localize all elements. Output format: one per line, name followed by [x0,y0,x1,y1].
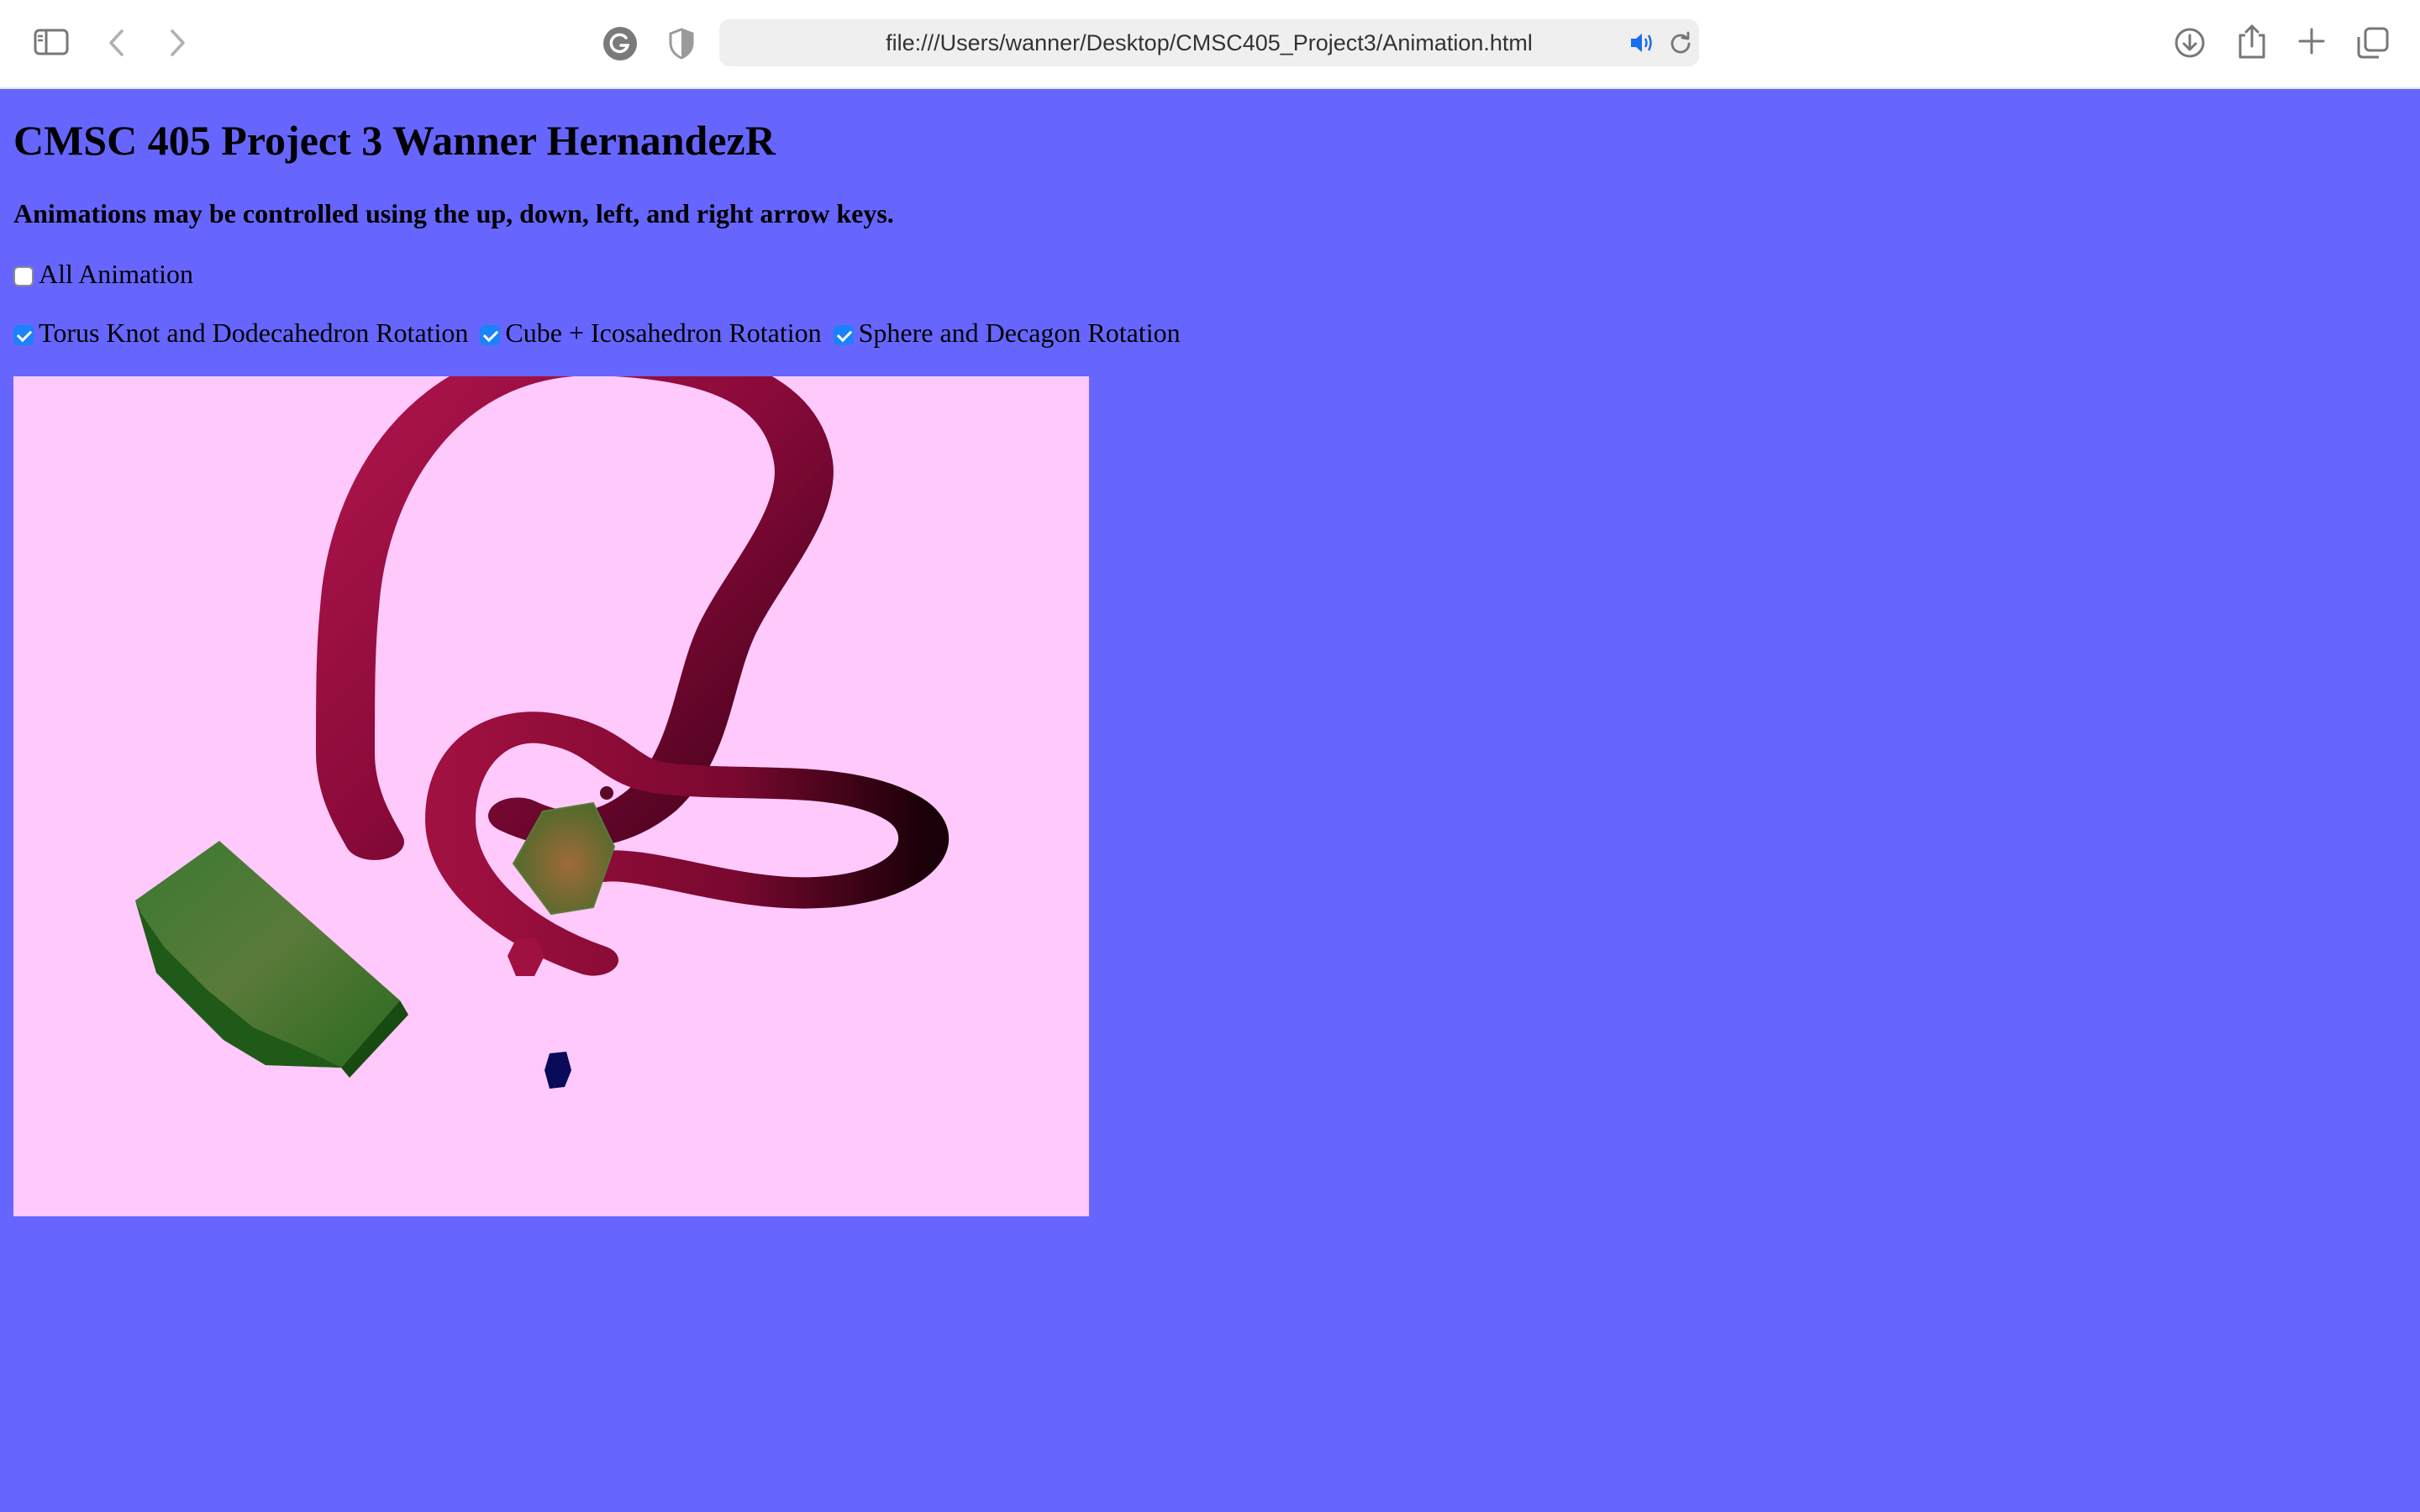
cube [544,1052,571,1089]
back-icon[interactable] [108,29,126,57]
animation-canvas[interactable] [13,376,1089,1216]
share-icon[interactable] [2237,24,2267,60]
cube-icosahedron-label[interactable]: Cube + Icosahedron Rotation [505,318,821,349]
shield-icon[interactable] [668,27,695,60]
tab-overview-icon[interactable] [2356,26,2390,60]
page-title: CMSC 405 Project 3 Wanner HernandezR [13,117,776,164]
sphere-decagon-label[interactable]: Sphere and Decagon Rotation [859,318,1181,349]
all-animation-label[interactable]: All Animation [39,259,193,290]
torus-knot-checkbox[interactable] [13,324,34,345]
all-animation-option[interactable]: All Animation [13,259,205,290]
forward-icon[interactable] [168,29,187,57]
small-particle [600,786,613,800]
grammarly-icon[interactable] [602,25,639,62]
browser-toolbar: file:///Users/wanner/Desktop/CMSC405_Pro… [0,0,2420,89]
plus-icon[interactable] [2297,27,2326,55]
scene-render [135,376,950,1089]
animation-toggles: Torus Knot and Dodecahedron Rotation Cub… [13,318,1192,349]
torus-knot [315,376,950,976]
decagon [135,841,408,1078]
download-icon[interactable] [2173,26,2207,60]
sphere-decagon-checkbox[interactable] [833,324,854,345]
cube-icosahedron-checkbox[interactable] [480,324,501,345]
instructions-text: Animations may be controlled using the u… [13,198,894,228]
reload-icon[interactable] [1669,31,1692,55]
all-animation-checkbox[interactable] [13,265,34,286]
sidebar-icon[interactable] [34,29,69,55]
speaker-icon[interactable] [1628,30,1655,55]
address-bar[interactable]: file:///Users/wanner/Desktop/CMSC405_Pro… [719,19,1699,66]
url-text[interactable]: file:///Users/wanner/Desktop/CMSC405_Pro… [719,19,1699,66]
torus-knot-label[interactable]: Torus Knot and Dodecahedron Rotation [39,318,468,349]
